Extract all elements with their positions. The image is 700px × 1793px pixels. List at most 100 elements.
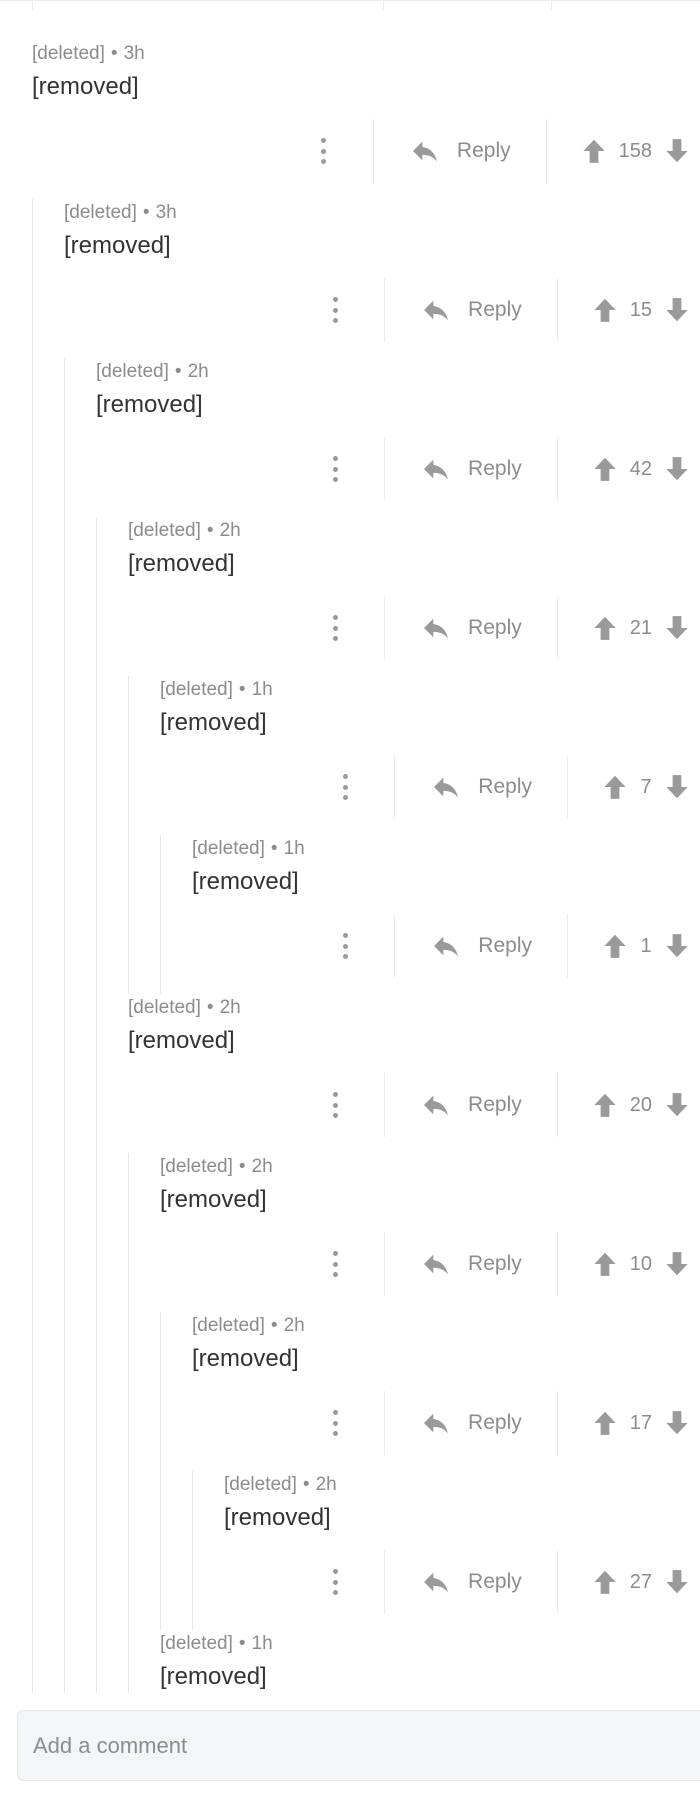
divider <box>551 1 552 10</box>
score: 21 <box>629 616 652 639</box>
downvote-icon[interactable] <box>662 1249 692 1279</box>
comment-author[interactable]: [deleted] <box>96 361 169 382</box>
reply-label: Reply <box>456 139 511 162</box>
upvote-icon[interactable] <box>590 1249 620 1279</box>
more-options[interactable] <box>330 1073 384 1137</box>
reply-button[interactable]: Reply <box>384 437 558 501</box>
comment-author[interactable]: [deleted] <box>160 1633 233 1654</box>
comment-meta: [deleted] • 3h <box>64 199 700 227</box>
downvote-icon[interactable] <box>662 613 692 643</box>
comment: [deleted] • 1h [removed] Reply 1 <box>192 835 700 994</box>
reply-button[interactable]: Reply <box>394 914 568 978</box>
upvote-icon[interactable] <box>590 295 620 325</box>
reply-button[interactable]: Reply <box>384 1550 558 1614</box>
more-options[interactable] <box>330 1232 384 1296</box>
comment-replies: [deleted] • 1h [removed] Reply 7 [deleted] • 1h[… <box>128 676 700 994</box>
comment-author[interactable]: [deleted] <box>192 1315 265 1336</box>
downvote-icon[interactable] <box>662 136 692 166</box>
downvote-icon[interactable] <box>662 1408 692 1438</box>
more-options[interactable] <box>319 119 373 183</box>
meta-separator: • <box>238 1633 246 1654</box>
more-options-icon[interactable] <box>330 297 340 323</box>
comment-replies: [deleted] • 2h [removed] Reply 21 [deleted] • 1h… <box>96 517 700 1693</box>
comment-content: [deleted] • 2h [removed] Reply 17 <box>192 1312 700 1471</box>
more-options[interactable] <box>330 1391 384 1455</box>
downvote-icon[interactable] <box>662 295 692 325</box>
upvote-icon[interactable] <box>590 1090 620 1120</box>
comment: [deleted] • 3h [removed] Reply 158 [deleted] • 3… <box>32 40 700 1693</box>
more-options-icon[interactable] <box>330 1251 340 1277</box>
comment-content: [deleted] • 2h [removed] Reply 21 <box>128 517 700 676</box>
comment: [deleted] • 2h [removed] Reply 42 [deleted] • 2h… <box>96 358 700 1693</box>
more-options-icon[interactable] <box>330 1569 340 1595</box>
score: 17 <box>629 1411 652 1434</box>
reply-button[interactable]: Reply <box>384 596 558 660</box>
comment-actions: Reply 158 <box>32 119 700 183</box>
more-options-icon[interactable] <box>330 1092 340 1118</box>
more-options-icon[interactable] <box>330 456 340 482</box>
reply-button[interactable]: Reply <box>384 1391 558 1455</box>
more-options[interactable] <box>330 1550 384 1614</box>
comment-author[interactable]: [deleted] <box>160 1156 233 1177</box>
more-options-icon[interactable] <box>340 774 350 800</box>
comment-meta: [deleted] • 2h <box>224 1471 700 1499</box>
upvote-icon[interactable] <box>600 931 630 961</box>
comment-author[interactable]: [deleted] <box>64 202 137 223</box>
reply-button[interactable]: Reply <box>394 755 568 819</box>
upvote-icon[interactable] <box>590 1567 620 1597</box>
upvote-icon[interactable] <box>579 136 609 166</box>
reply-button[interactable]: Reply <box>384 1232 558 1296</box>
upvote-icon[interactable] <box>590 1408 620 1438</box>
more-options[interactable] <box>330 437 384 501</box>
comment-meta: [deleted] • 2h <box>96 358 700 386</box>
more-options[interactable] <box>340 755 394 819</box>
comment-body: [removed] <box>160 1663 267 1690</box>
more-options[interactable] <box>330 596 384 660</box>
comment-time: 1h <box>251 1633 273 1654</box>
vote-controls: 21 <box>558 596 700 660</box>
more-options-icon[interactable] <box>340 933 350 959</box>
comment-actions: Reply 21 <box>128 596 700 660</box>
comment: [deleted] • 2h [removed] Reply 27 <box>224 1471 700 1630</box>
comment-author[interactable]: [deleted] <box>32 43 105 64</box>
upvote-icon[interactable] <box>590 613 620 643</box>
score: 10 <box>629 1252 652 1275</box>
comment-replies: [deleted] • 2h [removed] Reply 17 [deleted] • 2h… <box>160 1312 700 1630</box>
thread-line <box>32 1 33 10</box>
comment-content: [deleted] • 1h [removed] Reply 7 <box>160 676 700 835</box>
upvote-icon[interactable] <box>600 772 630 802</box>
comment: [deleted] • 1h [removed] Reply 7 [deleted] • 1h[… <box>160 676 700 994</box>
comment-author[interactable]: [deleted] <box>128 997 201 1018</box>
reply-button[interactable]: Reply <box>384 278 558 342</box>
reply-label: Reply <box>468 616 522 639</box>
upvote-icon[interactable] <box>590 454 620 484</box>
comment-time: 1h <box>251 679 273 700</box>
more-options[interactable] <box>340 914 394 978</box>
comment: [deleted] • 2h [removed] Reply 20 [deleted] • 2h… <box>128 994 700 1693</box>
comment-author[interactable]: [deleted] <box>192 838 265 859</box>
more-options[interactable] <box>330 278 384 342</box>
downvote-icon[interactable] <box>662 772 692 802</box>
comment-content: [deleted] • 3h [removed] Reply 158 <box>32 40 700 199</box>
more-options-icon[interactable] <box>330 1410 340 1436</box>
add-comment-input[interactable] <box>17 1710 700 1781</box>
comment-time: 1h <box>283 838 305 859</box>
comment-author[interactable]: [deleted] <box>224 1474 297 1495</box>
comment-author[interactable]: [deleted] <box>128 520 201 541</box>
downvote-icon[interactable] <box>662 454 692 484</box>
reply-button[interactable]: Reply <box>384 1073 558 1137</box>
comment-actions: Reply 42 <box>96 437 700 501</box>
comment-time: 2h <box>187 361 209 382</box>
reply-button[interactable]: Reply <box>372 119 547 183</box>
comment-author[interactable]: [deleted] <box>160 679 233 700</box>
downvote-icon[interactable] <box>662 1090 692 1120</box>
reply-label: Reply <box>478 934 532 957</box>
more-options-icon[interactable] <box>330 615 340 641</box>
comment-replies: [deleted] • 3h [removed] Reply 15 [deleted] • 2h… <box>32 199 700 1693</box>
more-options-icon[interactable] <box>319 138 329 164</box>
downvote-icon[interactable] <box>662 1567 692 1597</box>
comment-content: [deleted] • 1h [removed] Reply 1 <box>192 835 700 994</box>
comment-body: [removed] <box>192 1345 299 1372</box>
downvote-icon[interactable] <box>662 931 692 961</box>
comment: [deleted] • 2h [removed] Reply 10 [deleted] • 2h… <box>160 1153 700 1630</box>
